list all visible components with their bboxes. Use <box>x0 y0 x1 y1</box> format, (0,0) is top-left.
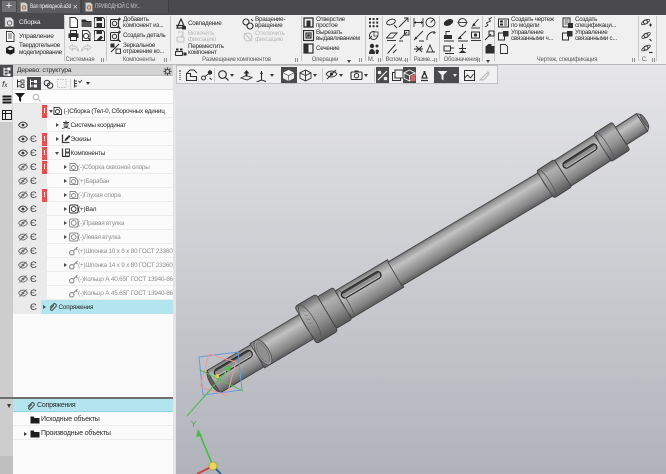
svg-text:Y: Y <box>191 420 197 429</box>
